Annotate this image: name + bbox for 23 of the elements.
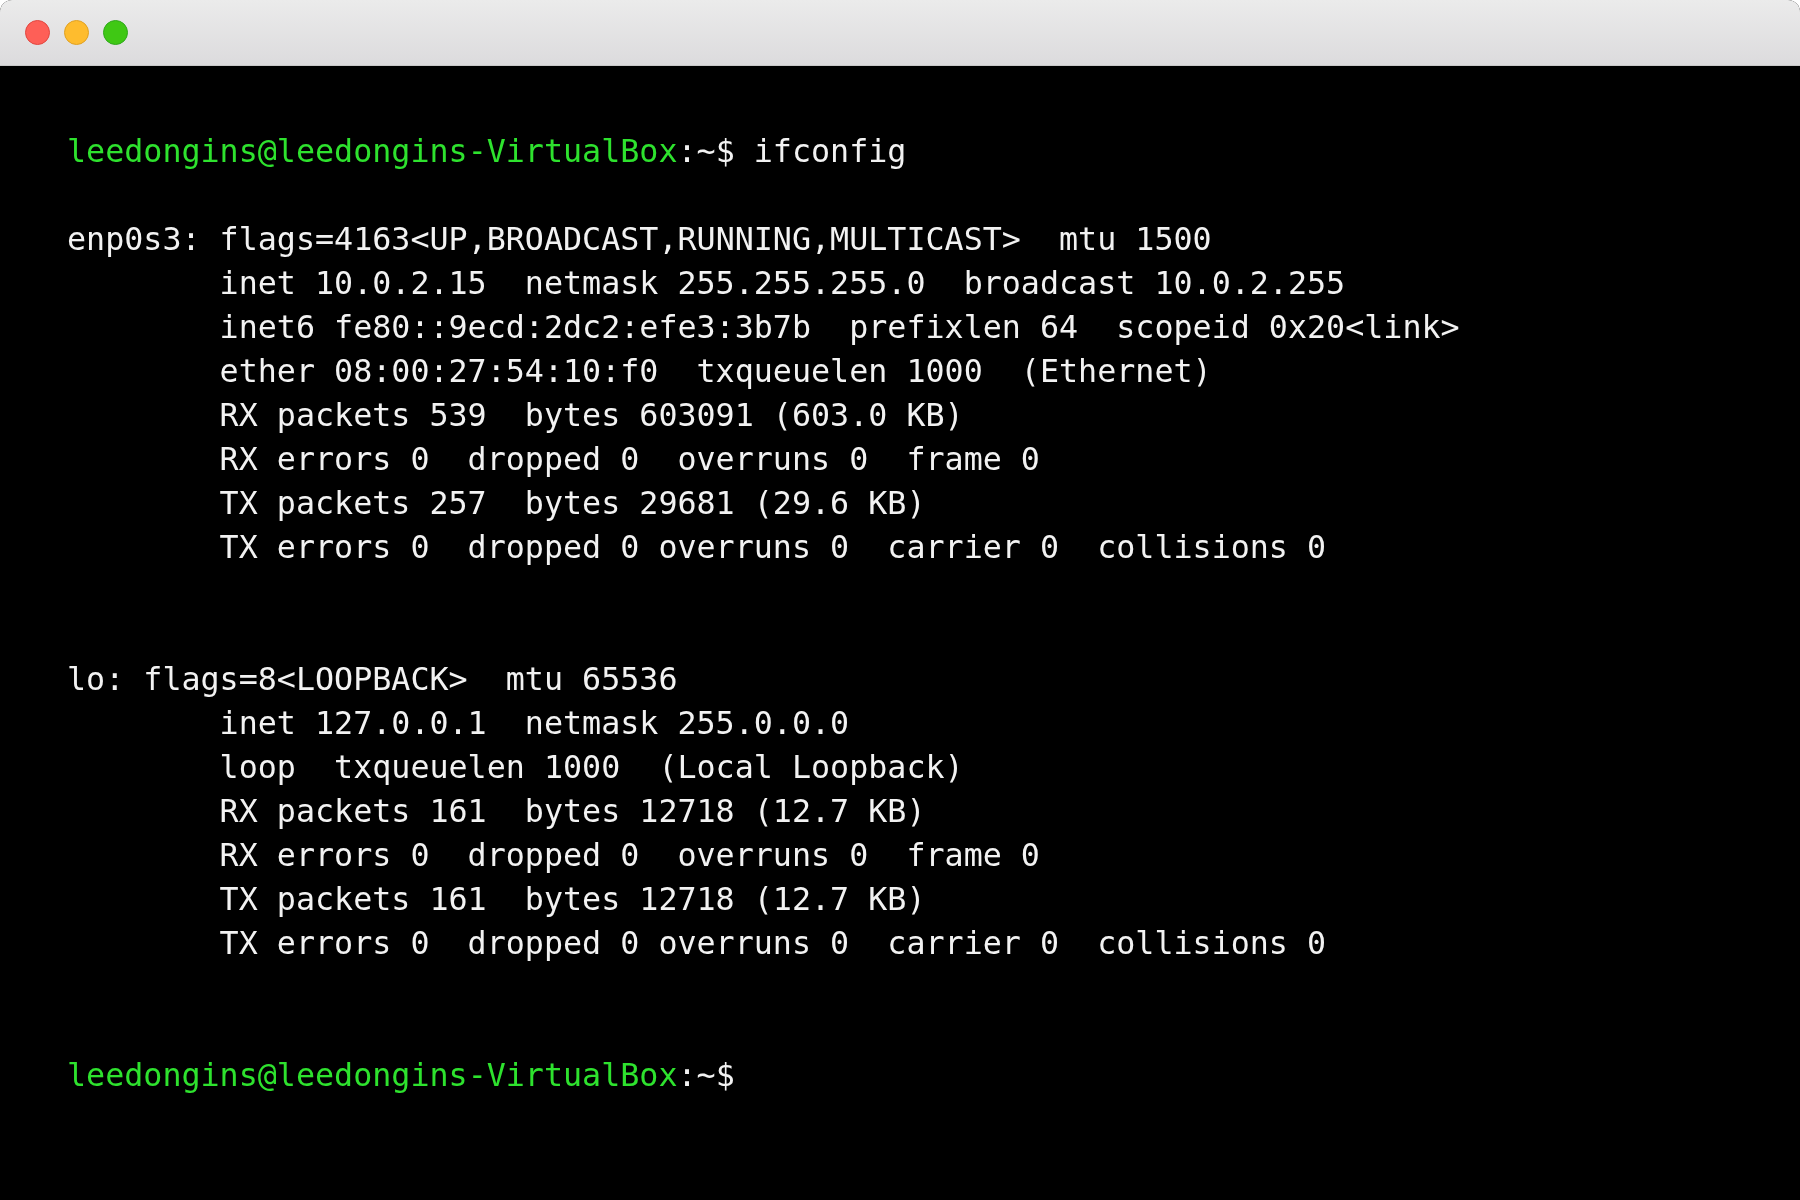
output-line: RX errors 0 dropped 0 overruns 0 frame 0	[219, 836, 1040, 875]
output-line: inet 127.0.0.1 netmask 255.0.0.0	[219, 704, 850, 743]
output-line: TX errors 0 dropped 0 overruns 0 carrier 0 collisions 0	[219, 924, 1327, 963]
prompt-user-host: leedongins@leedongins-VirtualBox	[67, 1057, 678, 1093]
prompt-user-host: leedongins@leedongins-VirtualBox	[67, 133, 678, 169]
output-line: loop txqueuelen 1000 (Local Loopback)	[219, 748, 964, 787]
output-line: inet 10.0.2.15 netmask 255.255.255.0 broadcast 10.0.2.255	[219, 264, 1346, 303]
prompt-path: :~$	[677, 133, 735, 169]
output-line: RX packets 161 bytes 12718 (12.7 KB)	[219, 792, 926, 831]
interface-header: enp0s3: flags=4163<UP,BROADCAST,RUNNING,MULTICAST> mtu 1500	[67, 220, 1212, 259]
minimize-icon[interactable]	[64, 20, 89, 45]
interface-header: lo: flags=8<LOOPBACK> mtu 65536	[67, 660, 678, 699]
output-line: TX errors 0 dropped 0 overruns 0 carrier 0 collisions 0	[219, 528, 1327, 567]
output-line: TX packets 161 bytes 12718 (12.7 KB)	[219, 880, 926, 919]
output-line: RX packets 539 bytes 603091 (603.0 KB)	[219, 396, 964, 435]
output-line: TX packets 257 bytes 29681 (29.6 KB)	[219, 484, 926, 523]
close-icon[interactable]	[25, 20, 50, 45]
output-line: ether 08:00:27:54:10:f0 txqueuelen 1000 (Ethernet)	[219, 352, 1212, 391]
command-text: ifconfig	[753, 133, 907, 169]
output-line: RX errors 0 dropped 0 overruns 0 frame 0	[219, 440, 1040, 479]
output-line: inet6 fe80::9ecd:2dc2:efe3:3b7b prefixlen 64 scopeid 0x20<link>	[219, 308, 1460, 347]
maximize-icon[interactable]	[103, 20, 128, 45]
prompt-path: :~$	[677, 1057, 735, 1093]
